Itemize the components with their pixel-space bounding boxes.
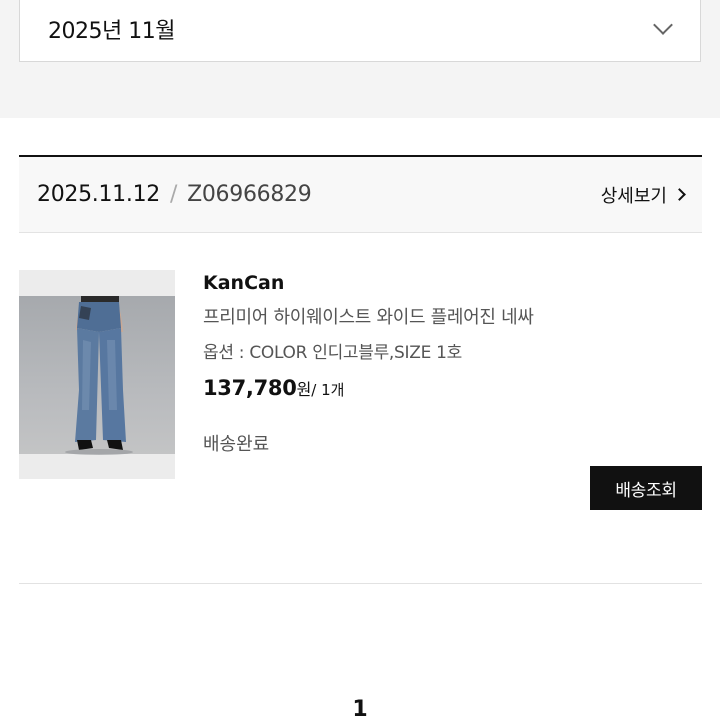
pagination: 1: [0, 697, 720, 722]
month-select-value: 2025년 11월: [48, 19, 175, 44]
product-image[interactable]: [19, 270, 175, 479]
order-number: Z06966829: [187, 182, 312, 207]
order-meta: 2025.11.12 / Z06966829: [37, 182, 312, 207]
price-currency: 원: [296, 380, 312, 399]
chevron-down-icon: [653, 15, 673, 35]
filter-area: 2025년 11월: [0, 0, 720, 118]
delivery-status: 배송완료: [203, 434, 270, 455]
product-name[interactable]: 프리미어 하이웨이스트 와이드 플레어진 네싸: [203, 305, 703, 331]
product-info: KanCan 프리미어 하이웨이스트 와이드 플레어진 네싸 옵션 : COLO…: [203, 270, 703, 458]
product-brand[interactable]: KanCan: [203, 270, 703, 296]
order-date: 2025.11.12: [37, 182, 160, 207]
price-row: 137,780원/ 1개: [203, 374, 703, 404]
product-price: 137,780: [203, 376, 297, 400]
order-detail-link[interactable]: 상세보기: [600, 182, 686, 208]
month-select[interactable]: 2025년 11월: [19, 0, 701, 62]
chevron-right-icon: [673, 188, 686, 201]
product-photo-jeans: [65, 296, 133, 455]
order-header: 2025.11.12 / Z06966829 상세보기: [19, 155, 702, 233]
product-option: 옵션 : COLOR 인디고블루,SIZE 1호: [203, 343, 462, 363]
order-detail-label: 상세보기: [600, 185, 667, 207]
track-shipping-button[interactable]: 배송조회: [590, 466, 702, 510]
page-number-current[interactable]: 1: [352, 697, 367, 722]
order-separator: /: [169, 182, 178, 207]
divider: [19, 583, 702, 584]
product-quantity: / 1개: [311, 381, 345, 399]
